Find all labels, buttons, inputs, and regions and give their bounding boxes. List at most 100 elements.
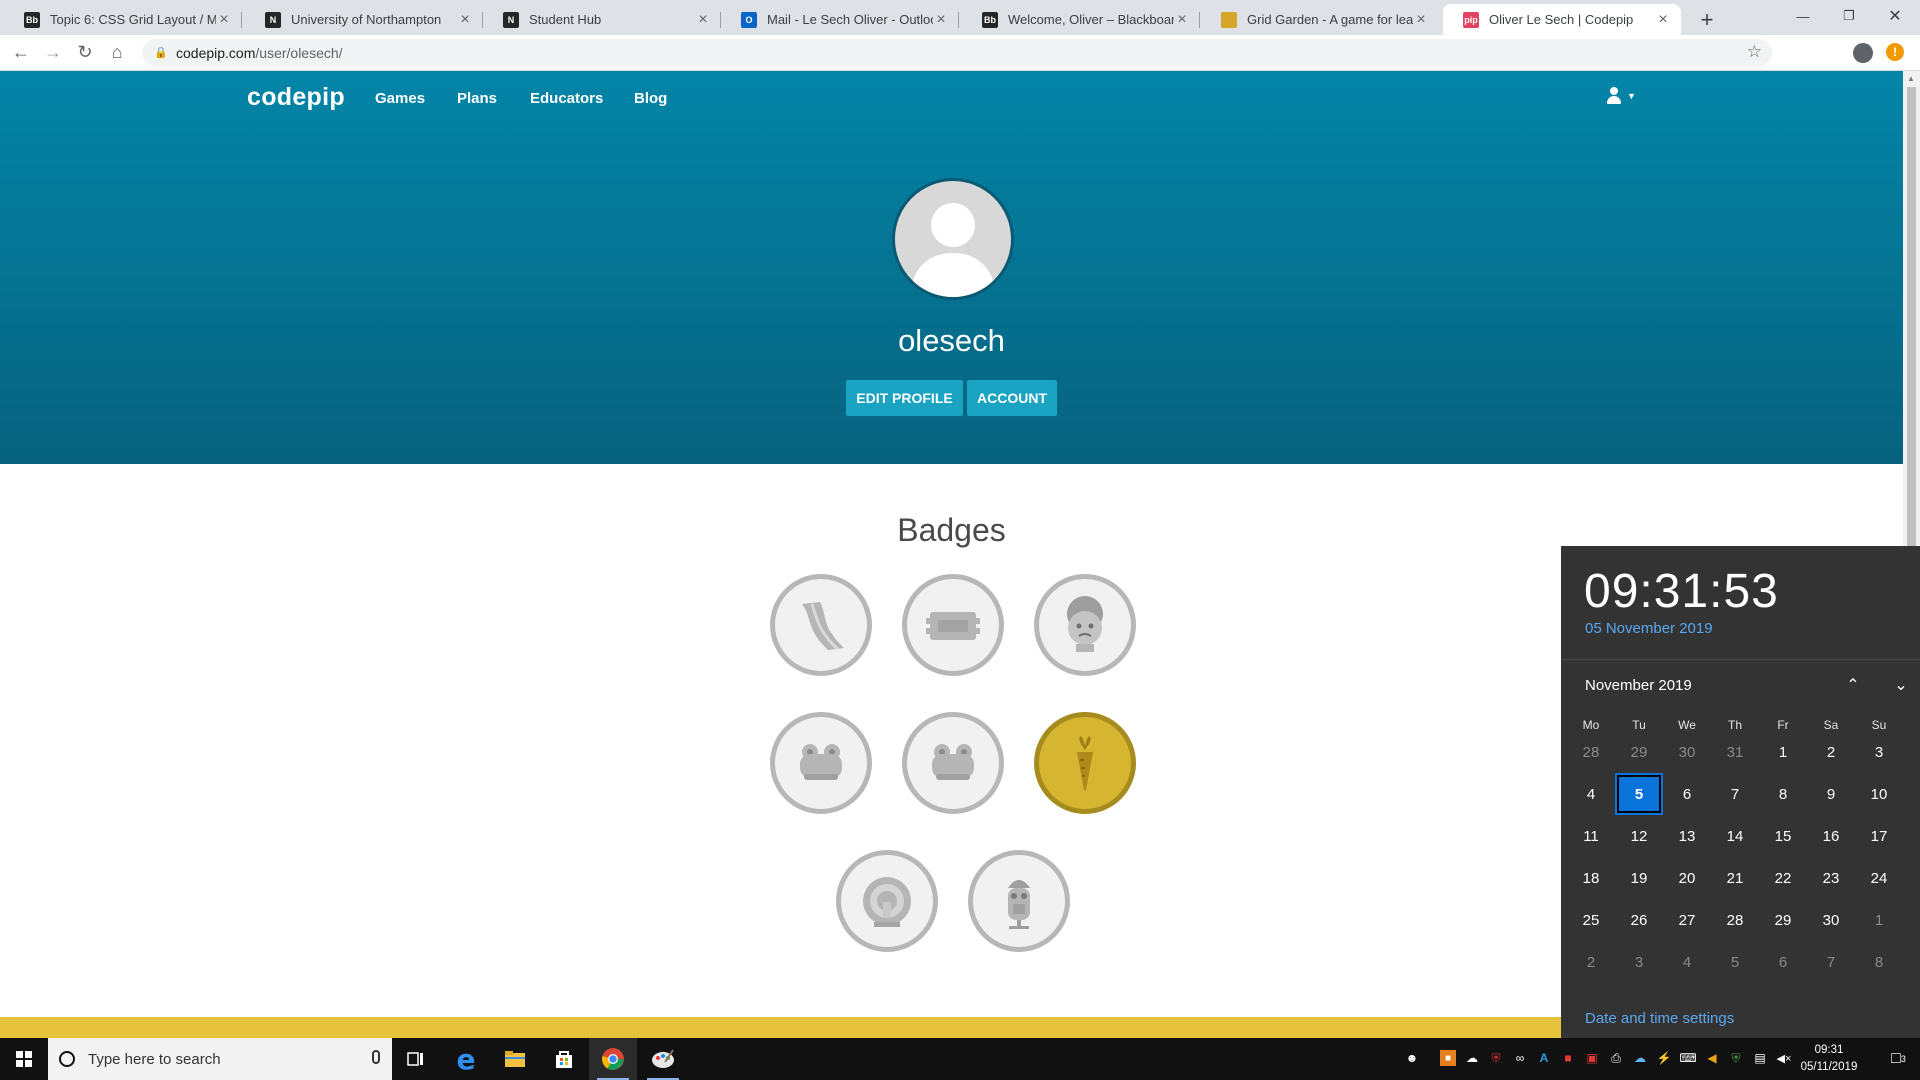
close-window-button[interactable]: ✕ <box>1872 0 1918 32</box>
tab-close-icon[interactable]: × <box>1413 11 1429 29</box>
badge-frog-2[interactable] <box>902 712 1004 814</box>
calendar-day[interactable]: 7 <box>1713 775 1757 813</box>
browser-tab[interactable]: O Mail - Le Sech Oliver - Outlook × <box>721 4 959 35</box>
calendar-day[interactable]: 24 <box>1857 859 1901 897</box>
calendar-day[interactable]: 28 <box>1713 901 1757 939</box>
onedrive-off-icon[interactable]: ☁ <box>1464 1050 1480 1066</box>
date-time-settings-link[interactable]: Date and time settings <box>1585 1010 1734 1027</box>
minimize-button[interactable]: — <box>1780 0 1826 32</box>
calendar-day[interactable]: 1 <box>1857 901 1901 939</box>
calendar-day[interactable]: 16 <box>1809 817 1853 855</box>
calendar-day[interactable]: 11 <box>1569 817 1613 855</box>
calendar-day[interactable]: 8 <box>1761 775 1805 813</box>
edit-profile-button[interactable]: EDIT PROFILE <box>846 380 963 416</box>
gift-icon[interactable]: ▣ <box>1584 1050 1600 1066</box>
nav-blog[interactable]: Blog <box>634 90 667 107</box>
user-menu[interactable]: ▼ <box>1607 87 1636 105</box>
calendar-day[interactable]: 12 <box>1617 817 1661 855</box>
calendar-day[interactable]: 7 <box>1809 943 1853 981</box>
calendar-day[interactable]: 18 <box>1569 859 1613 897</box>
new-tab-button[interactable]: + <box>1693 6 1721 34</box>
badge-face[interactable] <box>1034 574 1136 676</box>
badge-grid-card[interactable] <box>902 574 1004 676</box>
calendar-day[interactable]: 1 <box>1761 733 1805 771</box>
next-month-icon[interactable]: ⌄ <box>1886 670 1916 700</box>
keyboard-icon[interactable]: ⌨ <box>1679 1050 1696 1066</box>
calendar-day[interactable]: 6 <box>1761 943 1805 981</box>
nav-educators[interactable]: Educators <box>530 90 603 107</box>
profile-icon[interactable] <box>1853 43 1873 63</box>
calendar-day[interactable]: 21 <box>1713 859 1757 897</box>
browser-tab[interactable]: N Student Hub × <box>483 4 721 35</box>
reload-icon[interactable]: ↻ <box>71 38 99 66</box>
calendar-day[interactable]: 5 <box>1713 943 1757 981</box>
calendar-day[interactable]: 2 <box>1569 943 1613 981</box>
browser-tab[interactable]: Bb Welcome, Oliver – Blackboard Le× <box>962 4 1200 35</box>
calendar-day[interactable]: 22 <box>1761 859 1805 897</box>
calendar-day[interactable]: 3 <box>1617 943 1661 981</box>
bookmark-star-icon[interactable]: ☆ <box>1747 42 1762 62</box>
codepip-logo[interactable]: codepip <box>247 83 345 112</box>
home-icon[interactable]: ⌂ <box>103 38 131 66</box>
calendar-day[interactable]: 23 <box>1809 859 1853 897</box>
tab-close-icon[interactable]: × <box>216 11 232 29</box>
paint-app-icon[interactable] <box>639 1038 687 1080</box>
tab-close-icon[interactable]: × <box>933 11 949 29</box>
browser-tab[interactable]: Grid Garden - A game for learnin× <box>1201 4 1439 35</box>
store-icon[interactable] <box>540 1038 588 1080</box>
calendar-day[interactable]: 10 <box>1857 775 1901 813</box>
maximize-button[interactable]: ❐ <box>1826 0 1872 32</box>
badge-carrot[interactable] <box>1034 712 1136 814</box>
calendar-day[interactable]: 28 <box>1569 733 1613 771</box>
tray-a-icon[interactable]: A <box>1536 1050 1552 1066</box>
forward-arrow-icon[interactable]: → <box>39 38 67 66</box>
file-explorer-icon[interactable] <box>491 1038 539 1080</box>
badge-ribbon[interactable] <box>770 574 872 676</box>
calendar-day[interactable]: 27 <box>1665 901 1709 939</box>
calendar-day[interactable]: 26 <box>1617 901 1661 939</box>
scrollbar-thumb[interactable] <box>1907 87 1916 557</box>
badge-target[interactable] <box>836 850 938 952</box>
edge-browser-icon[interactable]: e <box>442 1038 490 1080</box>
browser-tab[interactable]: N University of Northampton × <box>245 4 483 35</box>
tab-close-icon[interactable]: × <box>695 11 711 29</box>
back-arrow-icon[interactable]: ← <box>7 38 35 66</box>
update-alert-icon[interactable]: ! <box>1886 43 1904 61</box>
calendar-day[interactable]: 19 <box>1617 859 1661 897</box>
calendar-day[interactable]: 3 <box>1857 733 1901 771</box>
calendar-day[interactable]: 31 <box>1713 733 1757 771</box>
flyout-date[interactable]: 05 November 2019 <box>1585 620 1713 637</box>
previous-month-icon[interactable]: ⌃ <box>1838 670 1868 700</box>
speaker-alert-icon[interactable]: ◀ <box>1704 1050 1720 1066</box>
tray-app-icon[interactable]: ■ <box>1440 1050 1456 1066</box>
bluetooth-icon[interactable]: ⚡ <box>1656 1050 1672 1066</box>
antivirus-icon[interactable]: ⛨ <box>1488 1050 1504 1066</box>
calendar-day[interactable]: 30 <box>1665 733 1709 771</box>
account-button[interactable]: ACCOUNT <box>967 380 1057 416</box>
taskbar-search[interactable]: Type here to search <box>48 1038 392 1080</box>
calendar-day[interactable]: 4 <box>1665 943 1709 981</box>
calendar-day[interactable]: 5 <box>1615 773 1663 815</box>
calendar-day[interactable]: 9 <box>1809 775 1853 813</box>
calendar-month-label[interactable]: November 2019 <box>1585 677 1692 694</box>
calendar-day[interactable]: 4 <box>1569 775 1613 813</box>
tab-close-icon[interactable]: × <box>1655 11 1671 29</box>
people-icon[interactable]: ☻ <box>1404 1050 1420 1066</box>
calendar-day[interactable]: 30 <box>1809 901 1853 939</box>
tab-close-icon[interactable]: × <box>457 11 473 29</box>
network-icon[interactable]: ▤ <box>1752 1050 1768 1066</box>
calendar-day[interactable]: 6 <box>1665 775 1709 813</box>
security-shield-icon[interactable]: ⛨ <box>1728 1050 1744 1066</box>
action-center-icon[interactable]: □ 3 <box>1877 1038 1920 1080</box>
calendar-day[interactable]: 17 <box>1857 817 1901 855</box>
start-button[interactable] <box>0 1038 48 1080</box>
nav-plans[interactable]: Plans <box>457 90 497 107</box>
calendar-day[interactable]: 29 <box>1617 733 1661 771</box>
link-icon[interactable]: ∞ <box>1512 1050 1528 1066</box>
chrome-taskbar-icon[interactable] <box>589 1038 637 1080</box>
calendar-day[interactable]: 14 <box>1713 817 1757 855</box>
address-bar[interactable]: 🔒 codepip.com/user/olesech/ ☆ <box>142 39 1772 66</box>
calendar-day[interactable]: 20 <box>1665 859 1709 897</box>
task-view-icon[interactable] <box>392 1038 440 1080</box>
scroll-up-icon[interactable]: ▲ <box>1907 74 1915 83</box>
